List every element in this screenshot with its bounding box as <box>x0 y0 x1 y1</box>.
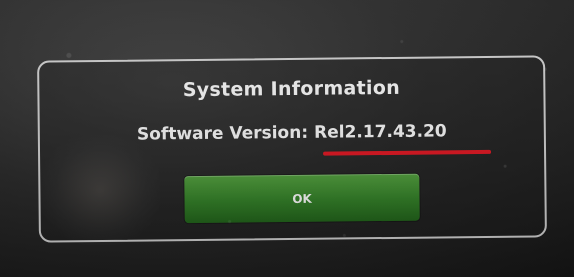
software-version-value: Rel2.17.43.20 <box>313 121 447 143</box>
red-underline-annotation <box>323 149 492 156</box>
ok-button-label: OK <box>292 191 312 206</box>
software-version-row: Software Version: Rel2.17.43.20 <box>40 120 544 145</box>
dialog-title: System Information <box>182 76 401 102</box>
ok-button[interactable]: OK <box>184 173 420 224</box>
screen-photo: System Information Software Version: Rel2… <box>0 0 574 277</box>
system-information-dialog: System Information Software Version: Rel2… <box>37 55 547 243</box>
software-version-label: Software Version: <box>136 122 309 145</box>
